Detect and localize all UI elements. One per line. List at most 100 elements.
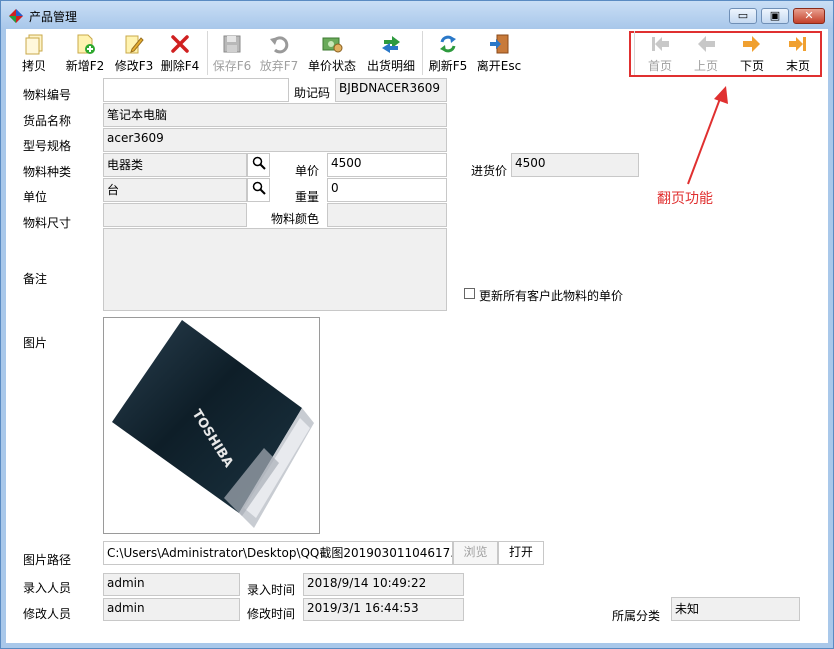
last-page-label: 末页 <box>785 59 810 73</box>
category-label: 物料种类 <box>23 165 72 179</box>
search-icon <box>252 181 266 195</box>
unit-lookup-button[interactable] <box>247 178 270 202</box>
toolbar-separator <box>634 31 635 75</box>
edit-label: 修改F3 <box>114 59 154 73</box>
category-input[interactable]: 电器类 <box>103 153 247 177</box>
refresh-label: 刷新F5 <box>428 59 468 73</box>
refresh-button[interactable]: 刷新F5 <box>426 29 470 77</box>
prev-page-button[interactable]: 上页 <box>688 29 724 77</box>
product-management-window: 产品管理 ▭ ▣ ✕ 拷贝 新增F2 修改F3 删除F4 保存F6 放弃F7 单… <box>0 0 834 649</box>
weight-label: 重量 <box>295 190 320 204</box>
category-lookup-button[interactable] <box>247 153 270 177</box>
mnemonic-input[interactable]: BJBDNACER3609 <box>335 78 447 102</box>
picture-path-label: 图片路径 <box>23 553 72 567</box>
save-label: 保存F6 <box>212 59 252 73</box>
new-label: 新增F2 <box>65 59 105 73</box>
shipment-detail-label: 出货明细 <box>366 59 415 73</box>
shipment-icon <box>382 36 400 53</box>
picture-label: 图片 <box>23 336 48 350</box>
classification-label: 所属分类 <box>612 609 661 623</box>
minimize-button[interactable]: ▭ <box>729 8 757 24</box>
unit-price-label: 单价 <box>295 164 320 178</box>
save-icon <box>223 35 241 53</box>
next-page-label: 下页 <box>739 59 764 73</box>
exit-icon <box>490 34 509 54</box>
delete-icon <box>171 35 189 53</box>
created-time-input[interactable]: 2018/9/14 10:49:22 <box>303 573 464 596</box>
exit-button[interactable]: 离开Esc <box>474 29 524 77</box>
update-all-customers-checkbox[interactable] <box>464 288 475 299</box>
delete-button[interactable]: 删除F4 <box>158 29 202 77</box>
remark-label: 备注 <box>23 272 48 286</box>
purchase-price-input[interactable]: 4500 <box>511 153 639 177</box>
discard-label: 放弃F7 <box>259 59 299 73</box>
created-by-input[interactable]: admin <box>103 573 240 596</box>
modified-by-label: 修改人员 <box>23 607 72 621</box>
open-button[interactable]: 打开 <box>498 541 544 565</box>
modified-by-input[interactable]: admin <box>103 598 240 621</box>
update-all-customers-label: 更新所有客户此物料的单价 <box>479 289 624 303</box>
new-button[interactable]: 新增F2 <box>64 29 106 77</box>
unit-input[interactable]: 台 <box>103 178 247 202</box>
weight-input[interactable]: 0 <box>327 178 447 202</box>
remark-textarea[interactable] <box>103 228 447 311</box>
first-page-button[interactable]: 首页 <box>642 29 678 77</box>
new-icon <box>77 34 95 54</box>
next-page-button[interactable]: 下页 <box>734 29 770 77</box>
price-status-icon <box>322 37 343 53</box>
app-icon <box>9 9 23 23</box>
created-by-label: 录入人员 <box>23 581 72 595</box>
last-page-icon <box>789 37 806 51</box>
shipment-detail-button[interactable]: 出货明细 <box>364 29 418 77</box>
copy-icon <box>25 34 43 55</box>
page-turn-annotation: 翻页功能 <box>657 191 713 207</box>
first-page-label: 首页 <box>647 59 672 73</box>
goods-name-input[interactable]: 笔记本电脑 <box>103 103 447 127</box>
picture-path-input[interactable]: C:\Users\Administrator\Desktop\QQ截图20190… <box>103 541 453 565</box>
classification-input[interactable]: 未知 <box>671 597 800 621</box>
modified-time-label: 修改时间 <box>247 607 296 621</box>
close-button[interactable]: ✕ <box>793 8 825 24</box>
purchase-price-label: 进货价 <box>471 164 508 178</box>
discard-button[interactable]: 放弃F7 <box>258 29 300 77</box>
search-icon <box>252 156 266 170</box>
modified-time-input[interactable]: 2019/3/1 16:44:53 <box>303 598 464 621</box>
toolbar-separator <box>422 31 423 75</box>
delete-label: 删除F4 <box>160 59 200 73</box>
laptop-image: TOSHIBA <box>112 320 314 528</box>
model-spec-input[interactable]: acer3609 <box>103 128 447 152</box>
unit-price-input[interactable]: 4500 <box>327 153 447 177</box>
exit-label: 离开Esc <box>476 59 522 73</box>
title-bar: 产品管理 ▭ ▣ ✕ <box>1 1 833 29</box>
color-input[interactable] <box>327 203 447 227</box>
browse-button[interactable]: 浏览 <box>453 541 498 565</box>
model-spec-label: 型号规格 <box>23 139 72 153</box>
refresh-icon <box>440 35 456 53</box>
copy-button[interactable]: 拷贝 <box>14 29 54 77</box>
last-page-button[interactable]: 末页 <box>780 29 816 77</box>
annotation-arrow-icon <box>687 86 728 185</box>
unit-label: 单位 <box>23 190 48 204</box>
goods-name-label: 货品名称 <box>23 114 72 128</box>
prev-page-icon <box>698 36 715 52</box>
maximize-button[interactable]: ▣ <box>761 8 789 24</box>
mnemonic-label: 助记码 <box>294 86 331 100</box>
save-button[interactable]: 保存F6 <box>212 29 252 77</box>
edit-icon <box>125 35 144 54</box>
undo-icon <box>270 36 289 54</box>
next-page-icon <box>743 36 760 52</box>
created-time-label: 录入时间 <box>247 583 296 597</box>
toolbar-separator <box>207 31 208 75</box>
edit-button[interactable]: 修改F3 <box>112 29 156 77</box>
client-area: 拷贝 新增F2 修改F3 删除F4 保存F6 放弃F7 单价状态 出货明细 刷新… <box>6 29 828 643</box>
first-page-icon <box>652 37 669 51</box>
color-label: 物料颜色 <box>271 212 320 226</box>
material-code-input[interactable] <box>103 78 289 102</box>
prev-page-label: 上页 <box>693 59 718 73</box>
size-label: 物料尺寸 <box>23 216 72 230</box>
window-title: 产品管理 <box>29 10 78 24</box>
price-status-label: 单价状态 <box>307 59 356 73</box>
price-status-button[interactable]: 单价状态 <box>306 29 358 77</box>
product-picture: TOSHIBA <box>103 317 320 534</box>
size-input[interactable] <box>103 203 247 227</box>
